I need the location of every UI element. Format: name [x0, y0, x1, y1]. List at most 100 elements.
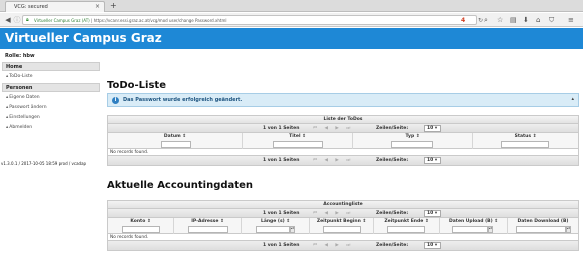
spinner-icon[interactable]: ▴▾ — [566, 226, 571, 233]
column-label: Titel ⇕ — [289, 134, 306, 139]
role-label: Rolle: hbw — [5, 53, 35, 59]
rows-per-page-label: Zeilen/Seite: — [376, 243, 409, 248]
search-icon[interactable]: ⌕ — [484, 15, 488, 25]
column-zeitpunkt-beginn[interactable]: Zeitpunkt Beginn ⇕ — [310, 218, 374, 234]
todo-pager-top: 1 von 1 Seiten ⏮ ◀ ▶ ⏭ Zeilen/Seite: 10 … — [108, 124, 578, 133]
page-info: 1 von 1 Seiten — [263, 126, 300, 131]
accounting-column-header: Konto ⇕ IP-Adresse ⇕ Länge (s) ⇕ ▴▾ Zeit… — [108, 218, 578, 234]
rows-per-page-select[interactable]: 10 ▾ — [424, 210, 441, 217]
browser-navbar: ◀ ⓘ 🔒︎ Virtueller Campus Graz (AT) | htt… — [0, 13, 583, 27]
rows-per-page-select[interactable]: 10 ▾ — [424, 157, 441, 164]
column-label: Zeitpunkt Beginn ⇕ — [316, 219, 367, 224]
sidebar-item-label: Einstellungen — [9, 115, 40, 120]
accounting-pager-top: 1 von 1 Seiten ⏮ ◀ ▶ ⏭ Zeilen/Seite: 10 … — [108, 209, 578, 218]
bullet-icon: ▴ — [6, 115, 9, 120]
sidebar-item-abmelden[interactable]: ▴Abmelden — [2, 123, 100, 132]
url-bar[interactable]: 🔒︎ Virtueller Campus Graz (AT) | https:/… — [22, 15, 483, 25]
column-label: Typ ⇕ — [405, 134, 420, 139]
reload-icon[interactable]: ↻ — [478, 17, 483, 24]
new-tab-icon[interactable]: + — [110, 1, 117, 10]
page-info: 1 von 1 Seiten — [263, 158, 300, 163]
sidebar-heading-home[interactable]: Home — [2, 62, 100, 71]
success-message-text: Das Passwort wurde erfolgreich geändert. — [123, 97, 243, 103]
rows-per-page-label: Zeilen/Seite: — [376, 158, 409, 163]
bullet-icon: ▴ — [6, 125, 9, 130]
column-ip-adresse[interactable]: IP-Adresse ⇕ — [174, 218, 242, 234]
filter-laenge-input[interactable] — [256, 226, 290, 233]
todo-pager-bottom: 1 von 1 Seiten ⏮ ◀ ▶ ⏭ Zeilen/Seite: 10 … — [108, 156, 578, 165]
sidebar: Rolle: hbw Home ▴ToDo-Liste Personen ▴Ei… — [0, 49, 103, 264]
bullet-icon: ▴ — [6, 74, 9, 79]
column-typ[interactable]: Typ ⇕ — [353, 133, 473, 149]
todo-title: ToDo-Liste — [107, 80, 166, 91]
filter-upload-input[interactable] — [452, 226, 488, 233]
rows-per-page-label: Zeilen/Seite: — [376, 126, 409, 131]
browser-tab[interactable]: VCG: secured × — [5, 1, 105, 12]
pager-buttons[interactable]: ⏮ ◀ ▶ ⏭ — [313, 156, 353, 165]
accounting-pager-bottom: 1 von 1 Seiten ⏮ ◀ ▶ ⏭ Zeilen/Seite: 10 … — [108, 241, 578, 250]
browser-tab-title: VCG: secured — [14, 4, 48, 10]
pager-buttons[interactable]: ⏮ ◀ ▶ ⏭ — [313, 209, 353, 218]
filter-ip-input[interactable] — [188, 226, 228, 233]
sidebar-item-label: Abmelden — [9, 125, 33, 130]
notification-badge[interactable]: 4 — [461, 17, 465, 24]
column-label: Daten Upload (B) ⇕ — [449, 219, 498, 224]
column-daten-upload[interactable]: Daten Upload (B) ⇕ ▴▾ — [440, 218, 508, 234]
shield-icon[interactable]: ⛉ — [549, 15, 554, 25]
sidebar-item-einstellungen[interactable]: ▴Einstellungen — [2, 113, 100, 122]
column-titel[interactable]: Titel ⇕ — [243, 133, 353, 149]
home-icon[interactable]: ⌂ — [536, 15, 540, 25]
bullet-icon: ▴ — [6, 105, 9, 110]
spinner-icon[interactable]: ▴▾ — [290, 226, 295, 233]
url-text: Virtueller Campus Graz (AT) | https://vc… — [34, 18, 227, 23]
sidebar-item-eigene-daten[interactable]: ▴Eigene Daten — [2, 93, 100, 102]
info-icon[interactable]: ⓘ — [12, 15, 22, 25]
filter-beginn-input[interactable] — [323, 226, 361, 233]
close-message-icon[interactable]: ▴ — [571, 96, 574, 102]
sidebar-item-label: Passwort ändern — [9, 105, 47, 110]
column-konto[interactable]: Konto ⇕ — [108, 218, 174, 234]
sidebar-item-label: ToDo-Liste — [9, 74, 33, 79]
sidebar-item-todo[interactable]: ▴ToDo-Liste — [2, 72, 100, 81]
todo-table: Liste der ToDos 1 von 1 Seiten ⏮ ◀ ▶ ⏭ Z… — [107, 115, 579, 166]
column-laenge[interactable]: Länge (s) ⇕ ▴▾ — [242, 218, 310, 234]
column-label: IP-Adresse ⇕ — [191, 219, 224, 224]
star-icon[interactable]: ☆ — [497, 15, 503, 25]
column-label: Länge (s) ⇕ — [260, 219, 291, 224]
main-content: ToDo-Liste i Das Passwort wurde erfolgre… — [105, 49, 583, 264]
rows-per-page-select[interactable]: 10 ▾ — [424, 125, 441, 132]
filter-datum-input[interactable] — [161, 141, 191, 148]
rows-per-page-select[interactable]: 10 ▾ — [424, 242, 441, 249]
page-info: 1 von 1 Seiten — [263, 243, 300, 248]
accounting-table: Accountingliste 1 von 1 Seiten ⏮ ◀ ▶ ⏭ Z… — [107, 200, 579, 251]
download-icon[interactable]: ⬇ — [523, 15, 529, 25]
site-header: Virtueller Campus Graz — [0, 28, 583, 49]
filter-download-input[interactable] — [516, 226, 566, 233]
sidebar-heading-personen[interactable]: Personen — [2, 83, 100, 92]
column-status[interactable]: Status ⇕ — [473, 133, 578, 149]
todo-column-header: Datum ⇕ Titel ⇕ Typ ⇕ Status ⇕ — [108, 133, 578, 149]
column-zeitpunkt-ende[interactable]: Zeitpunkt Ende ⇕ — [374, 218, 440, 234]
column-datum[interactable]: Datum ⇕ — [108, 133, 243, 149]
filter-ende-input[interactable] — [387, 226, 425, 233]
filter-status-input[interactable] — [501, 141, 549, 148]
accounting-table-caption: Accountingliste — [108, 201, 578, 209]
column-label: Status ⇕ — [514, 134, 537, 139]
library-icon[interactable]: ▤ — [510, 15, 517, 25]
lock-icon: 🔒︎ — [26, 17, 29, 23]
sidebar-item-passwort-aendern[interactable]: ▴Passwort ändern — [2, 103, 100, 112]
filter-typ-input[interactable] — [391, 141, 433, 148]
pager-buttons[interactable]: ⏮ ◀ ▶ ⏭ — [313, 124, 353, 133]
pager-buttons[interactable]: ⏮ ◀ ▶ ⏭ — [313, 241, 353, 250]
menu-icon[interactable]: ≡ — [568, 15, 574, 25]
column-label: Konto ⇕ — [130, 219, 151, 224]
info-icon: i — [112, 97, 119, 104]
spinner-icon[interactable]: ▴▾ — [488, 226, 493, 233]
browser-tab-strip: VCG: secured × + — [0, 0, 583, 12]
filter-titel-input[interactable] — [273, 141, 323, 148]
todo-empty-row: No records found. — [108, 149, 578, 156]
column-daten-download[interactable]: Daten Download (B) ▴▾ — [508, 218, 578, 234]
column-label: Daten Download (B) — [517, 219, 569, 224]
close-tab-icon[interactable]: × — [95, 3, 100, 10]
filter-konto-input[interactable] — [122, 226, 160, 233]
